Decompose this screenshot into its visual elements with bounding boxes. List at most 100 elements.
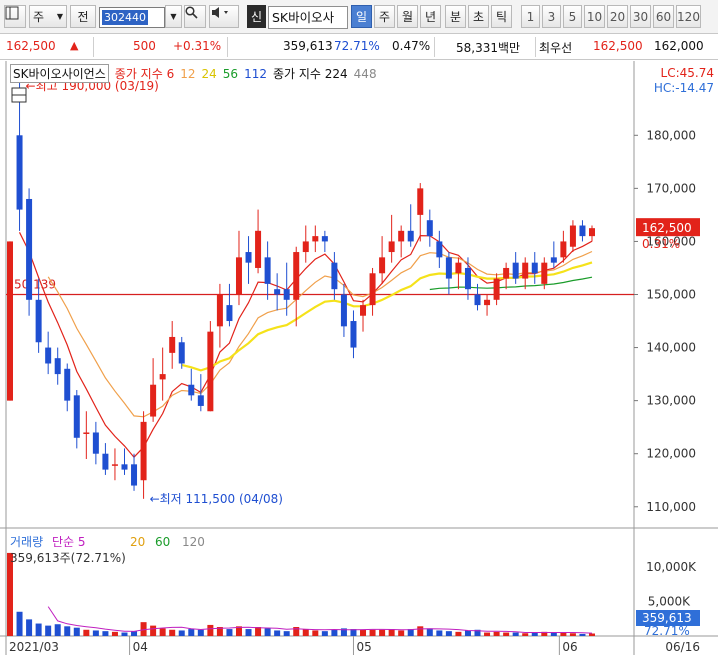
stock-code-input[interactable]: 302440 xyxy=(99,7,165,28)
x-axis-label: 04 xyxy=(133,640,148,654)
volume-axis-mid: 5,000K xyxy=(648,594,691,608)
candle-body xyxy=(235,257,242,295)
best-price-label: 최우선 xyxy=(539,41,573,55)
volume-bar xyxy=(360,629,367,636)
candle-body xyxy=(121,464,128,470)
volume-bar xyxy=(464,630,471,636)
period-tab[interactable]: 월 xyxy=(397,5,418,28)
interval-button[interactable]: 30 xyxy=(630,5,651,28)
market-select[interactable]: 주 ▼ xyxy=(29,5,67,28)
candle-body xyxy=(388,241,395,253)
y-tick-label: 180,000 xyxy=(646,128,696,142)
volume-bar xyxy=(436,630,443,636)
volume-bar xyxy=(579,633,586,636)
candle-body xyxy=(264,257,271,284)
volume-bar xyxy=(159,628,166,636)
divider xyxy=(535,37,536,57)
candle-body xyxy=(350,321,357,348)
divider xyxy=(93,37,94,57)
candle-body xyxy=(464,267,471,290)
x-axis-label: 06 xyxy=(562,640,577,654)
period-tab[interactable]: 틱 xyxy=(491,5,512,28)
volume-bar xyxy=(150,625,157,636)
volume-bar xyxy=(589,633,595,636)
candle-body xyxy=(255,230,262,268)
interval-button[interactable]: 1 xyxy=(521,5,540,28)
lc-indicator: LC:45.74 xyxy=(661,66,714,80)
period-tab[interactable]: 주 xyxy=(374,5,395,28)
last-percent-label: 0.31% xyxy=(642,237,680,251)
volume-value: 359,613 xyxy=(283,39,333,53)
last-price-label: 162,500 xyxy=(642,221,692,235)
candle-body xyxy=(245,252,252,263)
volume-bar xyxy=(35,623,42,636)
ma224-legend: 종가 지수 224 xyxy=(272,67,348,81)
volume-bar xyxy=(73,627,80,636)
candle-body xyxy=(321,236,328,242)
chart-area[interactable]: 110,000 120,000 130,000 140,000 150,000 160,0… xyxy=(0,61,718,655)
stock-name: SK바이오사 xyxy=(268,6,348,29)
interval-button[interactable]: 3 xyxy=(542,5,561,28)
candle-body xyxy=(140,421,147,481)
volume-bar xyxy=(197,629,204,636)
volume-tag-percent: 72.71% xyxy=(644,624,690,638)
candle-body xyxy=(159,374,166,380)
chart-layout-icon[interactable] xyxy=(4,5,26,28)
candle-body xyxy=(360,305,367,316)
interval-button[interactable]: 120 xyxy=(676,5,701,28)
y-tick-label: 170,000 xyxy=(646,181,696,195)
volume-bar xyxy=(245,629,252,636)
code-dropdown-icon[interactable]: ▼ xyxy=(165,5,182,28)
volume-bar xyxy=(102,631,109,636)
full-button[interactable]: 전 xyxy=(70,5,96,28)
volume-bar xyxy=(92,630,99,636)
interval-button[interactable]: 10 xyxy=(584,5,605,28)
volume-bar xyxy=(522,633,529,636)
y-tick-label: 140,000 xyxy=(646,341,696,355)
candle-body xyxy=(274,289,281,295)
period-tab[interactable]: 일 xyxy=(351,5,372,28)
volume-axis-top: 10,000K xyxy=(646,560,697,574)
volume-title: 거래량 xyxy=(10,535,43,549)
price-legend: SK바이오사이언스 종가 지수 6 12 24 56 112 종가 지수 224… xyxy=(10,64,377,83)
volume-bar xyxy=(264,628,271,636)
candle-body xyxy=(45,347,52,364)
candle-body xyxy=(111,464,118,466)
current-price: 162,500 xyxy=(6,39,56,53)
candle-body xyxy=(312,236,319,242)
candle-body xyxy=(150,384,157,417)
period-tab[interactable]: 년 xyxy=(420,5,441,28)
candle-body xyxy=(131,464,138,486)
ma-legend-label: 종가 지수 6 xyxy=(114,67,175,81)
volume-bar xyxy=(398,630,405,636)
quote-bar: 162,500 ▲ 500 +0.31% 359,613 72.71% 0.47… xyxy=(0,35,718,60)
new-button[interactable]: 신 xyxy=(247,5,266,28)
candle-body xyxy=(283,289,290,300)
search-glyph xyxy=(185,6,198,19)
volume-bar xyxy=(445,631,452,636)
period-tab[interactable]: 분 xyxy=(445,5,466,28)
sound-icon[interactable] xyxy=(209,5,239,28)
volume-bar xyxy=(83,629,90,636)
trade-amount: 58,331백만 xyxy=(456,41,521,55)
candle-body xyxy=(188,384,195,396)
ma56-legend: 56 xyxy=(222,66,239,81)
interval-button[interactable]: 20 xyxy=(607,5,628,28)
period-tab[interactable]: 초 xyxy=(468,5,489,28)
volume-bar xyxy=(274,630,281,636)
candlestick-chart[interactable]: 110,000120,000130,000140,000150,000160,0… xyxy=(0,61,718,655)
candle-body xyxy=(569,225,576,247)
chart-background xyxy=(0,61,718,655)
interval-button[interactable]: 60 xyxy=(653,5,674,28)
candle-body xyxy=(541,262,548,284)
low-annotation: ←최저 111,500 (04/08) xyxy=(150,492,283,506)
sound-glyph xyxy=(212,7,228,18)
candle-body xyxy=(197,395,204,406)
divider xyxy=(434,37,435,57)
search-icon[interactable] xyxy=(184,5,206,28)
volume-tag-label: 359,613 xyxy=(642,611,692,625)
stock-code-text: 302440 xyxy=(102,10,148,25)
candle-body xyxy=(64,368,71,401)
volume-bar xyxy=(331,629,338,636)
interval-button[interactable]: 5 xyxy=(563,5,582,28)
